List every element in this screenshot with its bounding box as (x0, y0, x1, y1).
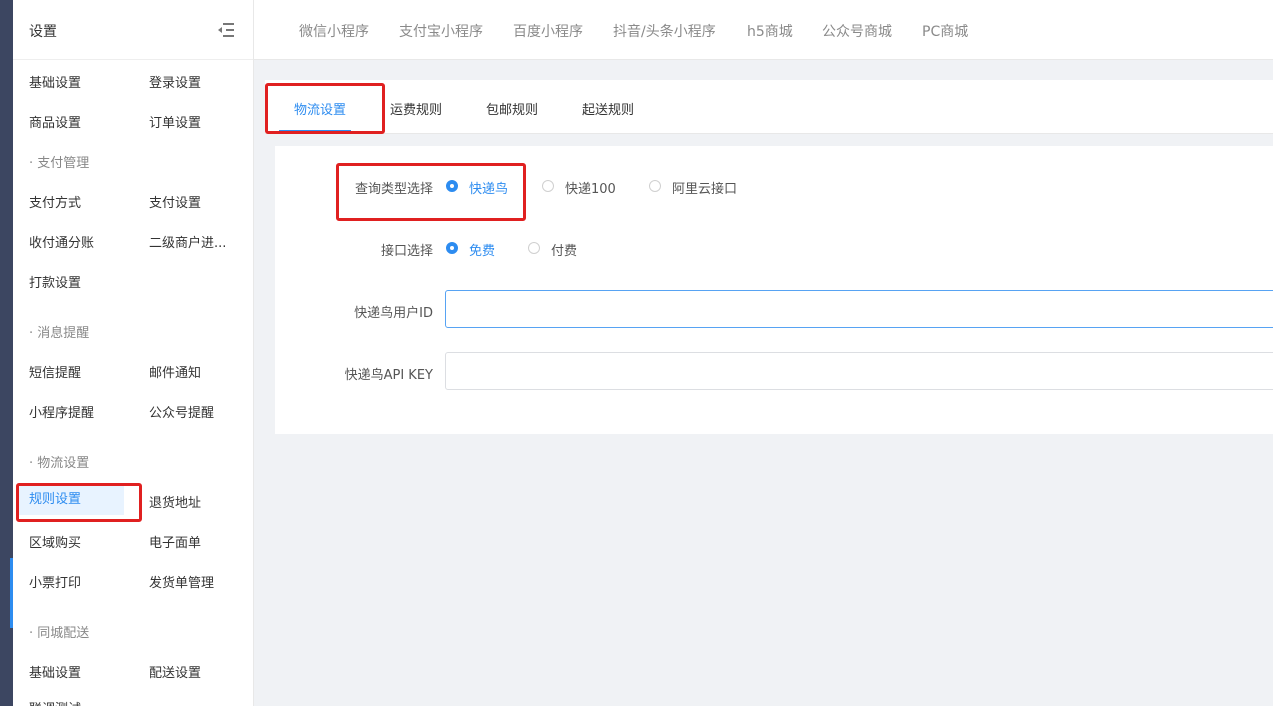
sidebar-item-official-account-alerts[interactable]: 公众号提醒 (149, 402, 249, 421)
sidebar-item-payment-settings[interactable]: 支付设置 (149, 192, 249, 211)
radio-kuaidi100[interactable] (542, 180, 554, 192)
sidebar-item-login-settings[interactable]: 登录设置 (149, 72, 249, 91)
sidebar-item-sms-alerts[interactable]: 短信提醒 (29, 362, 81, 381)
sidebar-item-joint-test[interactable]: 联调测试 (29, 698, 81, 706)
sidebar-header: 设置 (13, 0, 253, 60)
group-label-messages: · 消息提醒 (29, 326, 90, 341)
radio-kdniao[interactable] (446, 180, 458, 192)
platform-nav: 微信小程序 支付宝小程序 百度小程序 抖音/头条小程序 h5商城 公众号商城 P… (254, 0, 1273, 60)
group-label-logistics: · 物流设置 (29, 456, 90, 471)
active-tab-indicator (279, 130, 351, 132)
tab-logistics-settings[interactable]: 物流设置 (294, 99, 346, 118)
radio-label-aliyun[interactable]: 阿里云接口 (672, 178, 737, 197)
sidebar-item-payout-settings[interactable]: 打款设置 (29, 272, 81, 291)
nav-official-account-mall[interactable]: 公众号商城 (822, 21, 892, 41)
nav-douyin-miniapp[interactable]: 抖音/头条小程序 (613, 21, 716, 41)
sidebar-item-delivery-basic[interactable]: 基础设置 (29, 662, 81, 681)
sidebar-item-order-settings[interactable]: 订单设置 (149, 112, 249, 131)
menu-fold-icon[interactable] (218, 23, 234, 37)
tab-freight-rules[interactable]: 运费规则 (390, 99, 442, 118)
nav-pc-mall[interactable]: PC商城 (922, 21, 968, 41)
api-key-input[interactable] (445, 352, 1273, 390)
nav-baidu-miniapp[interactable]: 百度小程序 (513, 21, 583, 41)
radio-label-kuaidi100[interactable]: 快递100 (565, 178, 616, 197)
sidebar-item-shipping-docs[interactable]: 发货单管理 (149, 572, 249, 591)
sidebar-item-e-waybill[interactable]: 电子面单 (149, 532, 249, 551)
user-id-input[interactable] (445, 290, 1273, 328)
settings-sidebar: 设置 基础设置 登录设置 商品设置 订单设置 · 支付管理 支付方式 支付设置 … (13, 0, 254, 706)
group-label-local-delivery: · 同城配送 (29, 626, 90, 641)
sidebar-item-email-notify[interactable]: 邮件通知 (149, 362, 249, 381)
radio-paid[interactable] (528, 242, 540, 254)
sidebar-item-basic-settings[interactable]: 基础设置 (29, 72, 81, 91)
sidebar-item-split-payment[interactable]: 收付通分账 (29, 232, 94, 251)
sidebar-item-delivery-settings[interactable]: 配送设置 (149, 662, 249, 681)
sidebar-item-payment-methods[interactable]: 支付方式 (29, 192, 81, 211)
nav-alipay-miniapp[interactable]: 支付宝小程序 (399, 21, 483, 41)
user-id-label: 快递鸟用户ID (354, 306, 433, 321)
group-label-payment: · 支付管理 (29, 156, 90, 171)
api-key-label: 快递鸟API KEY (344, 368, 433, 383)
sidebar-item-return-address[interactable]: 退货地址 (149, 492, 249, 511)
settings-tabs: 物流设置 运费规则 包邮规则 起送规则 (265, 80, 1273, 134)
sidebar-item-sub-merchant[interactable]: 二级商户进... (149, 232, 249, 251)
radio-aliyun[interactable] (649, 180, 661, 192)
radio-label-paid[interactable]: 付费 (551, 240, 577, 259)
radio-free[interactable] (446, 242, 458, 254)
radio-label-free[interactable]: 免费 (469, 240, 495, 259)
sidebar-item-region-purchase[interactable]: 区域购买 (29, 532, 81, 551)
radio-label-kdniao[interactable]: 快递鸟 (469, 178, 508, 197)
sidebar-item-miniapp-alerts[interactable]: 小程序提醒 (29, 402, 94, 421)
logistics-settings-form: 查询类型选择 快递鸟 快递100 阿里云接口 接口选择 免费 付费 快递鸟用户I… (275, 146, 1273, 434)
sidebar-item-receipt-print[interactable]: 小票打印 (29, 572, 81, 591)
sidebar-item-rule-settings[interactable]: 规则设置 (17, 485, 124, 515)
tab-free-shipping-rules[interactable]: 包邮规则 (486, 99, 538, 118)
nav-wechat-miniapp[interactable]: 微信小程序 (299, 21, 369, 41)
sidebar-item-product-settings[interactable]: 商品设置 (29, 112, 81, 131)
sidebar-title: 设置 (29, 24, 57, 40)
nav-h5-mall[interactable]: h5商城 (747, 21, 793, 41)
query-type-label: 查询类型选择 (354, 182, 433, 197)
tab-min-order-rules[interactable]: 起送规则 (582, 99, 634, 118)
api-select-label: 接口选择 (380, 244, 433, 259)
